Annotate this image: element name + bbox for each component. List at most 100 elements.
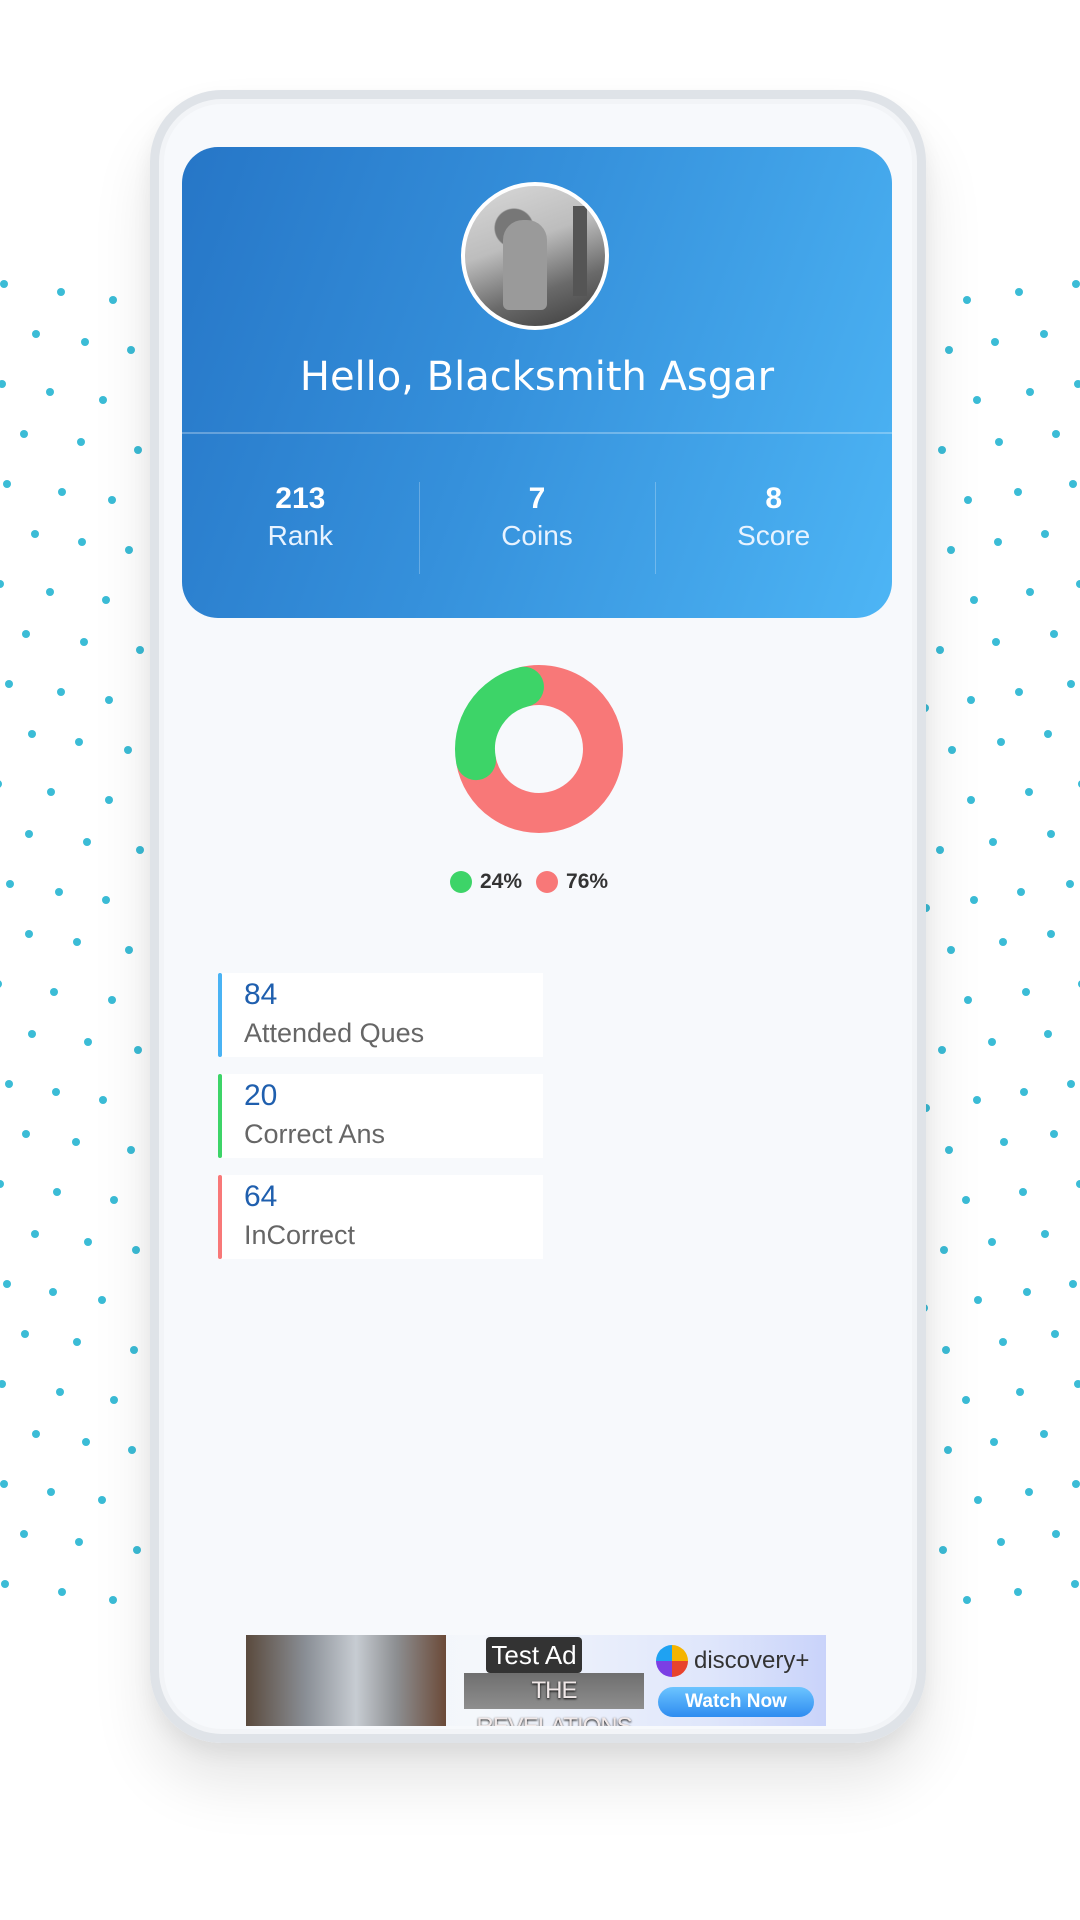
background-dot	[1040, 330, 1049, 338]
background-dot	[997, 738, 1006, 746]
legend-item-correct: 24%	[450, 870, 522, 894]
profile-stats: 213 Rank 7 Coins 8 Score	[182, 482, 892, 574]
background-dot	[1016, 888, 1025, 896]
background-dot	[1072, 280, 1080, 288]
background-dot	[22, 1130, 31, 1138]
metric-attended: 84 Attended Ques	[218, 973, 543, 1057]
background-dot	[135, 846, 144, 854]
background-dot	[1046, 830, 1055, 838]
background-dot	[973, 1296, 982, 1304]
legend-label: 24%	[480, 870, 523, 893]
stat-coins: 7 Coins	[418, 482, 656, 574]
background-dot	[939, 1546, 948, 1554]
legend-label: 76%	[566, 870, 609, 893]
metric-value: 20	[244, 1079, 278, 1112]
background-dot	[1014, 688, 1023, 696]
background-dot	[127, 1146, 136, 1154]
avatar[interactable]	[461, 182, 609, 330]
background-dot	[947, 946, 956, 954]
background-dot	[940, 1246, 949, 1254]
background-dot	[1073, 1380, 1080, 1388]
background-dot	[57, 1588, 66, 1596]
background-dot	[104, 696, 113, 704]
background-dot	[970, 896, 979, 904]
background-dot	[989, 1438, 998, 1446]
watch-now-button[interactable]: Watch Now	[658, 1687, 814, 1717]
discovery-logo-icon	[656, 1645, 688, 1677]
background-dot	[0, 1380, 7, 1388]
background-dot	[75, 1538, 84, 1546]
background-dot	[1040, 1430, 1049, 1438]
background-dot	[936, 646, 945, 654]
background-dot	[967, 696, 976, 704]
metric-label: Correct Ans	[244, 1119, 386, 1149]
background-dot	[28, 730, 37, 738]
background-dot	[996, 1538, 1005, 1546]
background-dot	[22, 630, 31, 638]
background-dot	[57, 488, 66, 496]
background-dot	[972, 396, 981, 404]
avatar-background-pillar	[573, 206, 587, 296]
background-dot	[963, 1596, 972, 1604]
test-ad-badge: Test Ad	[486, 1637, 582, 1673]
background-dot	[49, 1288, 58, 1296]
background-dot	[1, 1580, 10, 1588]
background-dot	[1066, 1080, 1075, 1088]
metrics-list: 84 Attended Ques 20 Correct Ans 64 InCor…	[218, 973, 543, 1276]
background-dot	[994, 538, 1003, 546]
donut-slice-correct	[455, 666, 544, 781]
background-dot	[82, 838, 91, 846]
background-dot	[46, 388, 55, 396]
metric-label: InCorrect	[244, 1220, 356, 1250]
background-dot	[945, 346, 954, 354]
background-dot	[999, 938, 1008, 946]
stat-value: 8	[765, 482, 783, 515]
background-dot	[962, 1196, 971, 1204]
background-dot	[101, 896, 110, 904]
background-dot	[1014, 1588, 1023, 1596]
ad-banner[interactable]: Test Ad THE REVELATIONS discovery+ Watch…	[246, 1635, 826, 1726]
legend-dot-correct	[450, 871, 472, 893]
phone-frame: Hello, Blacksmith Asgar 213 Rank 7 Coins…	[150, 90, 926, 1743]
background-dot	[83, 1038, 92, 1046]
background-dot	[101, 596, 110, 604]
background-dot	[1049, 1130, 1058, 1138]
background-dot	[53, 1188, 62, 1196]
background-dot	[98, 1496, 107, 1504]
background-dot	[135, 646, 144, 654]
background-dot	[947, 546, 956, 554]
background-dot	[126, 346, 135, 354]
background-dot	[999, 1338, 1008, 1346]
background-dot	[77, 538, 86, 546]
donut-chart	[455, 665, 623, 833]
background-dot	[20, 1530, 29, 1538]
metric-value: 64	[244, 1180, 278, 1213]
background-dot	[5, 1080, 14, 1088]
background-dot	[57, 688, 66, 696]
background-dot	[104, 796, 113, 804]
metric-color-bar	[218, 1175, 222, 1259]
background-dot	[1076, 580, 1080, 588]
background-dot	[1049, 630, 1058, 638]
background-dot	[108, 1596, 117, 1604]
background-dot	[31, 330, 40, 338]
background-dot	[99, 396, 108, 404]
background-dot	[972, 1096, 981, 1104]
background-dot	[2, 480, 11, 488]
background-dot	[0, 980, 3, 988]
background-dot	[132, 1546, 141, 1554]
background-dot	[131, 1246, 140, 1254]
background-dot	[1022, 1288, 1031, 1296]
background-dot	[1016, 1388, 1025, 1396]
background-dot	[967, 796, 976, 804]
background-dot	[995, 438, 1004, 446]
background-dot	[76, 438, 85, 446]
background-dot	[989, 838, 998, 846]
background-dot	[52, 1088, 61, 1096]
background-dot	[55, 1388, 64, 1396]
background-dot	[964, 496, 973, 504]
background-dot	[1051, 430, 1060, 438]
background-dot	[944, 1146, 953, 1154]
background-dot	[0, 580, 4, 588]
profile-card: Hello, Blacksmith Asgar 213 Rank 7 Coins…	[182, 147, 892, 618]
